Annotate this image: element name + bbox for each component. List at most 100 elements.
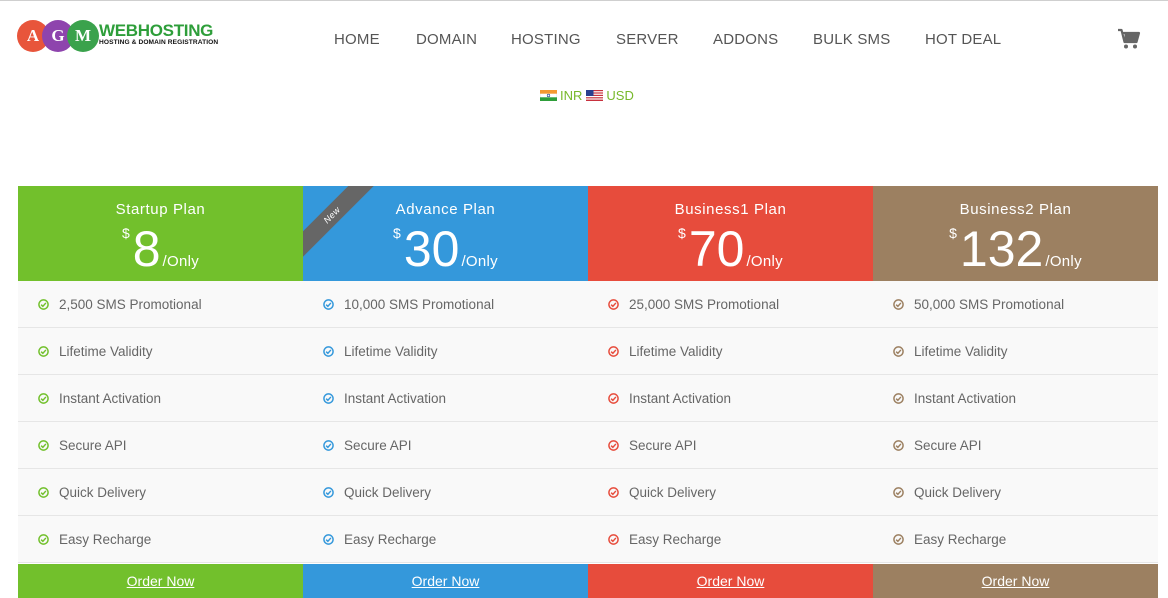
feature-item: 2,500 SMS Promotional <box>18 281 303 328</box>
plan-price: $30/Only <box>303 222 588 276</box>
feature-item: 50,000 SMS Promotional <box>873 281 1158 328</box>
feature-list: 10,000 SMS Promotional Lifetime Validity… <box>303 281 588 563</box>
order-now-button[interactable]: Order Now <box>873 564 1158 598</box>
check-circle-icon <box>38 392 49 404</box>
feature-label: Secure API <box>629 437 697 453</box>
feature-item: Easy Recharge <box>873 516 1158 563</box>
feature-label: Lifetime Validity <box>914 343 1008 359</box>
feature-item: Secure API <box>303 422 588 469</box>
price-currency-symbol: $ <box>949 225 957 241</box>
feature-item: Secure API <box>873 422 1158 469</box>
order-now-button[interactable]: Order Now <box>18 564 303 598</box>
nav-server[interactable]: SERVER <box>616 31 679 48</box>
check-circle-icon <box>323 439 334 451</box>
feature-item: Quick Delivery <box>303 469 588 516</box>
plan-header: New Advance Plan $30/Only <box>303 186 588 281</box>
nav-bulk-sms[interactable]: BULK SMS <box>813 31 890 48</box>
feature-label: Quick Delivery <box>344 484 432 500</box>
feature-label: Secure API <box>344 437 412 453</box>
shopping-cart-icon[interactable] <box>1117 28 1141 50</box>
check-circle-icon <box>893 533 904 545</box>
feature-label: Instant Activation <box>59 390 162 406</box>
price-amount: 132 <box>959 221 1044 277</box>
feature-label: Easy Recharge <box>914 531 1007 547</box>
price-currency-symbol: $ <box>678 225 686 241</box>
feature-item: 25,000 SMS Promotional <box>588 281 873 328</box>
feature-label: Easy Recharge <box>344 531 437 547</box>
plan-price: $8/Only <box>18 222 303 276</box>
feature-label: 50,000 SMS Promotional <box>914 296 1065 312</box>
price-amount: 30 <box>403 221 460 277</box>
check-circle-icon <box>893 298 904 310</box>
feature-label: Secure API <box>59 437 127 453</box>
feature-item: Secure API <box>18 422 303 469</box>
nav-hot-deal[interactable]: HOT DEAL <box>925 31 1001 48</box>
pricing-table: Startup Plan $8/Only 2,500 SMS Promotion… <box>18 186 1158 598</box>
feature-item: Easy Recharge <box>588 516 873 563</box>
price-currency-symbol: $ <box>121 225 130 241</box>
plan-startup: Startup Plan $8/Only 2,500 SMS Promotion… <box>18 186 303 598</box>
plan-business2: Business2 Plan $132/Only 50,000 SMS Prom… <box>873 186 1158 598</box>
nav-home[interactable]: HOME <box>334 31 380 48</box>
check-circle-icon <box>893 392 904 404</box>
feature-label: Easy Recharge <box>59 531 152 547</box>
check-circle-icon <box>893 345 904 357</box>
feature-item: Lifetime Validity <box>588 328 873 375</box>
price-suffix: /Only <box>461 253 498 270</box>
check-circle-icon <box>323 486 334 498</box>
check-circle-icon <box>893 439 904 451</box>
top-border <box>0 0 1168 1</box>
nav-hosting[interactable]: HOSTING <box>511 31 581 48</box>
price-currency-symbol: $ <box>393 225 401 241</box>
price-suffix: /Only <box>162 253 200 270</box>
order-now-button[interactable]: Order Now <box>588 564 873 598</box>
plan-header: Business2 Plan $132/Only <box>873 186 1158 281</box>
check-circle-icon <box>323 392 334 404</box>
feature-list: 25,000 SMS Promotional Lifetime Validity… <box>588 281 873 563</box>
check-circle-icon <box>323 298 334 310</box>
currency-usd[interactable]: USD <box>606 88 633 103</box>
price-suffix: /Only <box>1045 253 1082 270</box>
india-flag-icon <box>540 90 557 101</box>
feature-item: Quick Delivery <box>588 469 873 516</box>
feature-label: Quick Delivery <box>629 484 717 500</box>
check-circle-icon <box>608 298 619 310</box>
feature-item: Lifetime Validity <box>303 328 588 375</box>
feature-label: Lifetime Validity <box>344 343 438 359</box>
feature-label: Secure API <box>914 437 982 453</box>
check-circle-icon <box>38 439 49 451</box>
check-circle-icon <box>38 486 49 498</box>
feature-label: Instant Activation <box>914 390 1017 406</box>
plan-business1: Business1 Plan $70/Only 25,000 SMS Promo… <box>588 186 873 598</box>
feature-item: Quick Delivery <box>18 469 303 516</box>
feature-label: Easy Recharge <box>629 531 722 547</box>
check-circle-icon <box>893 486 904 498</box>
plan-header: Startup Plan $8/Only <box>18 186 303 281</box>
plan-name: Business2 Plan <box>959 201 1072 218</box>
feature-label: 10,000 SMS Promotional <box>344 296 495 312</box>
check-circle-icon <box>38 533 49 545</box>
price-amount: 70 <box>688 221 745 277</box>
plan-price: $132/Only <box>873 222 1158 276</box>
feature-list: 50,000 SMS Promotional Lifetime Validity… <box>873 281 1158 563</box>
check-circle-icon <box>323 533 334 545</box>
nav-domain[interactable]: DOMAIN <box>416 31 477 48</box>
check-circle-icon <box>608 439 619 451</box>
feature-item: Lifetime Validity <box>873 328 1158 375</box>
currency-inr[interactable]: INR <box>560 88 582 103</box>
feature-item: Instant Activation <box>303 375 588 422</box>
check-circle-icon <box>608 345 619 357</box>
feature-list: 2,500 SMS Promotional Lifetime Validity … <box>18 281 303 563</box>
feature-item: 10,000 SMS Promotional <box>303 281 588 328</box>
check-circle-icon <box>38 345 49 357</box>
check-circle-icon <box>323 345 334 357</box>
feature-label: 2,500 SMS Promotional <box>59 296 202 312</box>
price-suffix: /Only <box>746 253 783 270</box>
plan-name: Advance Plan <box>395 201 496 218</box>
plan-name: Startup Plan <box>115 201 206 218</box>
order-now-button[interactable]: Order Now <box>303 564 588 598</box>
check-circle-icon <box>38 298 49 310</box>
feature-item: Lifetime Validity <box>18 328 303 375</box>
nav-addons[interactable]: ADDONS <box>713 31 778 48</box>
feature-label: Instant Activation <box>344 390 447 406</box>
